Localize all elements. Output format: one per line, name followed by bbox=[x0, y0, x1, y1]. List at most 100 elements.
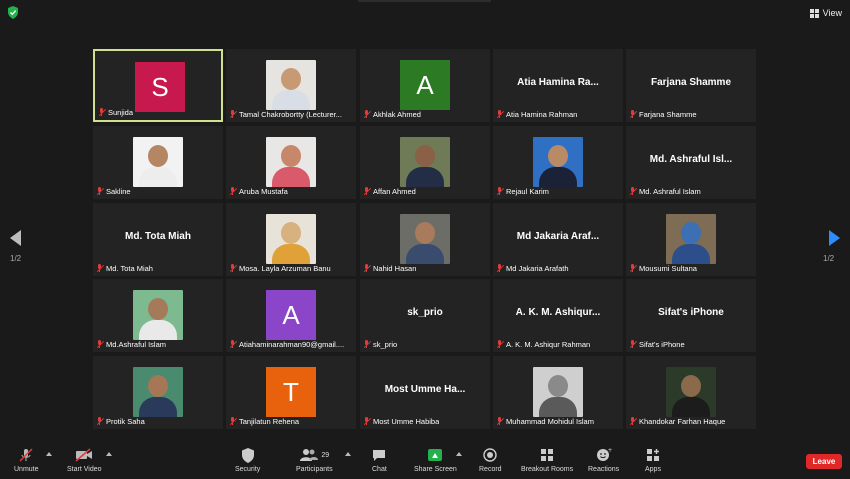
view-button[interactable]: View bbox=[809, 5, 842, 21]
participant-name: Most Umme Habiba bbox=[373, 417, 440, 426]
muted-mic-icon bbox=[496, 187, 505, 196]
participant-label: Akhlak Ahmed bbox=[363, 109, 421, 120]
participant-label: A. K. M. Ashiqur Rahman bbox=[496, 339, 590, 350]
participant-name: Muhammad Mohidul Islam bbox=[506, 417, 594, 426]
participant-name: Md Jakaria Arafath bbox=[506, 264, 569, 273]
unmute-button[interactable]: Unmute bbox=[14, 447, 39, 473]
participant-tile[interactable]: Md. Tota Miah Md. Tota Miah bbox=[93, 203, 223, 276]
participants-button[interactable]: 29 Participants bbox=[296, 447, 333, 473]
participant-tile[interactable]: Md Jakaria Araf... Md Jakaria Arafath bbox=[493, 203, 623, 276]
participant-tile[interactable]: Sifat's iPhone Sifat's iPhone bbox=[626, 279, 756, 352]
participant-tile[interactable]: Rejaul Karim bbox=[493, 126, 623, 199]
muted-mic-icon bbox=[629, 264, 638, 273]
share-options-caret-icon[interactable] bbox=[456, 452, 462, 456]
record-button[interactable]: Record bbox=[479, 447, 502, 473]
participant-tile[interactable]: Tamal Chakrobortty (Lecturer... bbox=[226, 49, 356, 122]
participant-label: Md.Ashraful Islam bbox=[96, 339, 166, 350]
muted-mic-icon bbox=[496, 264, 505, 273]
participant-name: Tamal Chakrobortty (Lecturer... bbox=[239, 110, 342, 119]
participant-tile[interactable]: Nahid Hasan bbox=[360, 203, 490, 276]
muted-mic-icon bbox=[98, 108, 107, 117]
participant-tile[interactable]: Md. Ashraful Isl... Md. Ashraful Islam bbox=[626, 126, 756, 199]
encryption-shield-icon[interactable] bbox=[7, 6, 19, 19]
chat-icon bbox=[372, 447, 386, 463]
breakout-rooms-label: Breakout Rooms bbox=[521, 466, 574, 473]
participant-label: Md Jakaria Arafath bbox=[496, 263, 569, 274]
participant-display-name: Atia Hamina Ra... bbox=[517, 77, 599, 88]
share-screen-icon bbox=[428, 447, 443, 463]
participant-tile[interactable]: Sakline bbox=[93, 126, 223, 199]
start-video-button[interactable]: Start Video bbox=[67, 447, 102, 473]
apps-button[interactable]: Apps bbox=[645, 447, 661, 473]
participant-tile[interactable]: Atia Hamina Ra... Atia Hamina Rahman bbox=[493, 49, 623, 122]
participant-label: Atia Hamina Rahman bbox=[496, 109, 577, 120]
participant-tile[interactable]: Affan Ahmed bbox=[360, 126, 490, 199]
participant-photo bbox=[266, 214, 316, 264]
participant-photo bbox=[400, 214, 450, 264]
share-screen-button[interactable]: Share Screen bbox=[414, 447, 457, 473]
participant-tile[interactable]: A. K. M. Ashiqur... A. K. M. Ashiqur Rahm… bbox=[493, 279, 623, 352]
participant-photo bbox=[133, 137, 183, 187]
participant-label: Muhammad Mohidul Islam bbox=[496, 416, 594, 427]
reactions-button[interactable]: + Reactions bbox=[588, 447, 619, 473]
muted-mic-icon bbox=[229, 110, 238, 119]
participant-tile[interactable]: Khandokar Farhan Haque bbox=[626, 356, 756, 429]
video-off-icon bbox=[75, 447, 93, 463]
participant-tile[interactable]: S Sunjida bbox=[93, 49, 223, 122]
record-icon bbox=[483, 447, 497, 463]
participant-photo bbox=[133, 290, 183, 340]
participant-tile[interactable]: Aruba Mustafa bbox=[226, 126, 356, 199]
participant-tile[interactable]: Muhammad Mohidul Islam bbox=[493, 356, 623, 429]
participant-tile[interactable]: Farjana Shamme Farjana Shamme bbox=[626, 49, 756, 122]
record-label: Record bbox=[479, 466, 502, 473]
grid-view-icon bbox=[809, 8, 819, 18]
chat-button[interactable]: Chat bbox=[372, 447, 387, 473]
breakout-rooms-button[interactable]: Breakout Rooms bbox=[521, 447, 573, 473]
top-drag-indicator bbox=[358, 0, 491, 2]
participant-tile[interactable]: Mosa. Layla Arzuman Banu bbox=[226, 203, 356, 276]
participant-tile[interactable]: Protik Saha bbox=[93, 356, 223, 429]
muted-mic-icon bbox=[496, 417, 505, 426]
participant-label: Rejaul Karim bbox=[496, 186, 549, 197]
participant-avatar: S bbox=[135, 62, 185, 112]
participant-tile[interactable]: T Tanjilatun Rehena bbox=[226, 356, 356, 429]
muted-mic-icon bbox=[629, 340, 638, 349]
previous-page-button[interactable]: 1/2 bbox=[10, 230, 21, 263]
video-options-caret-icon[interactable] bbox=[106, 452, 112, 456]
participant-name: Mousumi Sultana bbox=[639, 264, 697, 273]
muted-mic-icon bbox=[229, 187, 238, 196]
muted-mic-icon bbox=[496, 340, 505, 349]
muted-mic-icon bbox=[629, 417, 638, 426]
participant-tile[interactable]: Mousumi Sultana bbox=[626, 203, 756, 276]
security-button[interactable]: Security bbox=[235, 447, 260, 473]
participant-display-name: sk_prio bbox=[407, 307, 443, 318]
participant-display-name: Md. Ashraful Isl... bbox=[649, 154, 733, 165]
muted-mic-icon bbox=[229, 264, 238, 273]
participant-name: Sakline bbox=[106, 187, 131, 196]
participants-icon: 29 bbox=[299, 447, 329, 463]
next-page-button[interactable]: 1/2 bbox=[823, 230, 840, 263]
participant-label: Mosa. Layla Arzuman Banu bbox=[229, 263, 331, 274]
muted-mic-icon bbox=[96, 264, 105, 273]
unmute-label: Unmute bbox=[14, 466, 39, 473]
participant-name: Aruba Mustafa bbox=[239, 187, 288, 196]
participant-name: Md. Tota Miah bbox=[106, 264, 153, 273]
security-label: Security bbox=[235, 466, 261, 473]
leave-button[interactable]: Leave bbox=[806, 454, 842, 469]
participant-tile[interactable]: A Akhlak Ahmed bbox=[360, 49, 490, 122]
participants-options-caret-icon[interactable] bbox=[345, 452, 351, 456]
muted-mic-icon bbox=[363, 417, 372, 426]
participant-name: Akhlak Ahmed bbox=[373, 110, 421, 119]
participant-tile[interactable]: sk_prio sk_prio bbox=[360, 279, 490, 352]
page-indicator-right: 1/2 bbox=[823, 254, 835, 263]
participant-display-name: Md Jakaria Araf... bbox=[516, 231, 600, 242]
svg-text:+: + bbox=[607, 447, 612, 454]
audio-options-caret-icon[interactable] bbox=[46, 452, 52, 456]
participant-name: Mosa. Layla Arzuman Banu bbox=[239, 264, 331, 273]
meeting-toolbar: Unmute Start Video Security 29 Participa… bbox=[0, 441, 850, 479]
participant-tile[interactable]: A Atiahaminarahman90@gmail.... bbox=[226, 279, 356, 352]
participant-tile[interactable]: Md.Ashraful Islam bbox=[93, 279, 223, 352]
muted-mic-icon bbox=[363, 110, 372, 119]
participant-tile[interactable]: Most Umme Ha... Most Umme Habiba bbox=[360, 356, 490, 429]
participant-label: Protik Saha bbox=[96, 416, 145, 427]
